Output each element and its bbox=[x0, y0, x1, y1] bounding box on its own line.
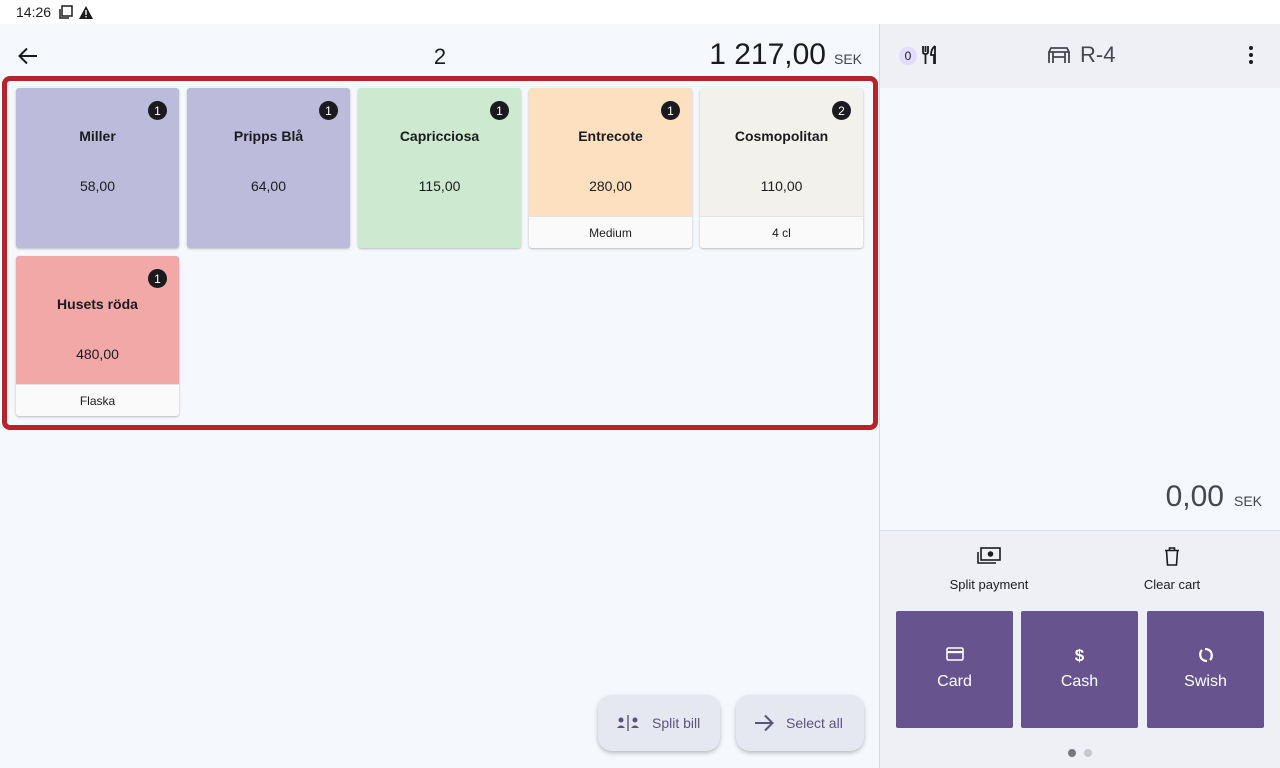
product-tile-pripps-bla[interactable]: Pripps Blå 64,00 1 bbox=[187, 88, 350, 248]
order-pane: 2 1 217,00 SEK Miller 58,00 1 Pripps Blå… bbox=[0, 24, 879, 768]
arrow-back-icon bbox=[18, 47, 37, 65]
product-modifier: 4 cl bbox=[700, 216, 863, 248]
dollar-icon: $ bbox=[1074, 646, 1085, 665]
pay-cash-label: Cash bbox=[1060, 673, 1099, 690]
cart-total: 0,00 SEK bbox=[1166, 480, 1262, 514]
quantity-badge: 1 bbox=[490, 101, 509, 120]
product-modifier: Flaska bbox=[16, 384, 179, 416]
cart-total-amount: 0,00 bbox=[1165, 480, 1224, 513]
arrow-forward-icon bbox=[754, 714, 774, 732]
table-indicator[interactable]: R-4 bbox=[1048, 42, 1115, 68]
table-icon bbox=[1048, 46, 1070, 64]
split-payment-label: Split payment bbox=[949, 577, 1029, 592]
product-price: 115,00 bbox=[418, 178, 461, 194]
cart-pane: 0 R-4 0,00 SEK Split payment Clear cart … bbox=[879, 24, 1280, 768]
split-payment-button[interactable]: Split payment bbox=[924, 547, 1054, 592]
select-all-button[interactable]: Select all bbox=[736, 695, 864, 751]
order-number: 2 bbox=[433, 44, 447, 69]
product-name: Entrecote bbox=[578, 128, 643, 144]
product-tile-capricciosa[interactable]: Capricciosa 115,00 1 bbox=[358, 88, 521, 248]
split-bill-label: Split bill bbox=[652, 715, 701, 731]
product-name: Miller bbox=[79, 128, 116, 144]
quantity-badge: 1 bbox=[319, 101, 338, 120]
split-bill-icon bbox=[616, 715, 640, 731]
product-price: 480,00 bbox=[76, 346, 119, 362]
status-bar: 14:26 bbox=[0, 0, 1280, 768]
product-tile-husets-roda[interactable]: Husets röda 480,00 1 Flaska bbox=[16, 256, 179, 416]
order-top-bar: 2 1 217,00 SEK bbox=[0, 24, 879, 80]
product-tile-entrecote[interactable]: Entrecote 280,00 1 Medium bbox=[529, 88, 692, 248]
back-button[interactable] bbox=[14, 42, 42, 70]
order-total: 1 217,00 SEK bbox=[709, 38, 862, 72]
pay-swish-button[interactable]: Swish bbox=[1147, 611, 1264, 728]
status-time: 14:26 bbox=[16, 4, 52, 20]
product-name: Pripps Blå bbox=[233, 128, 304, 144]
product-tile-cosmopolitan[interactable]: Cosmopolitan 110,00 2 4 cl bbox=[700, 88, 863, 248]
product-modifier: Medium bbox=[529, 216, 692, 248]
quantity-badge: 1 bbox=[148, 101, 167, 120]
more-vert-icon[interactable] bbox=[1249, 46, 1253, 69]
cart-item-count: 0 bbox=[899, 47, 917, 65]
warning-icon bbox=[79, 5, 94, 19]
product-tile-miller[interactable]: Miller 58,00 1 bbox=[16, 88, 179, 248]
cart-total-currency: SEK bbox=[1233, 493, 1262, 509]
pay-card-label: Card bbox=[937, 673, 972, 690]
clear-cart-label: Clear cart bbox=[1143, 577, 1201, 592]
product-name: Cosmopolitan bbox=[734, 128, 829, 144]
page-dot[interactable] bbox=[1084, 749, 1092, 757]
order-total-currency: SEK bbox=[833, 51, 862, 67]
cart-header: 0 R-4 bbox=[880, 24, 1280, 88]
swish-icon bbox=[1147, 647, 1264, 665]
trash-icon bbox=[1107, 547, 1237, 567]
payments-icon bbox=[924, 547, 1054, 567]
product-price: 280,00 bbox=[589, 178, 632, 194]
copy-icon bbox=[59, 5, 73, 19]
pay-cash-button[interactable]: $ Cash bbox=[1021, 611, 1138, 728]
product-price: 64,00 bbox=[250, 178, 287, 194]
product-price: 110,00 bbox=[760, 178, 803, 194]
select-all-label: Select all bbox=[786, 715, 843, 731]
product-name: Husets röda bbox=[57, 296, 138, 312]
cutlery-icon[interactable] bbox=[922, 45, 938, 70]
page-indicator bbox=[1068, 749, 1092, 757]
page-dot-active[interactable] bbox=[1068, 749, 1076, 757]
quantity-badge: 1 bbox=[661, 101, 680, 120]
order-total-amount: 1 217,00 bbox=[709, 38, 826, 71]
quantity-badge: 2 bbox=[832, 101, 851, 120]
product-price: 58,00 bbox=[79, 178, 116, 194]
product-name: Capricciosa bbox=[399, 128, 480, 144]
payment-panel: Split payment Clear cart Card $ Cash Swi… bbox=[880, 530, 1280, 768]
split-bill-button[interactable]: Split bill bbox=[598, 695, 720, 751]
credit-card-icon bbox=[896, 647, 1013, 665]
pay-card-button[interactable]: Card bbox=[896, 611, 1013, 728]
pay-swish-label: Swish bbox=[1184, 673, 1227, 690]
quantity-badge: 1 bbox=[148, 269, 167, 288]
clear-cart-button[interactable]: Clear cart bbox=[1107, 547, 1237, 592]
table-label: R-4 bbox=[1080, 42, 1116, 67]
